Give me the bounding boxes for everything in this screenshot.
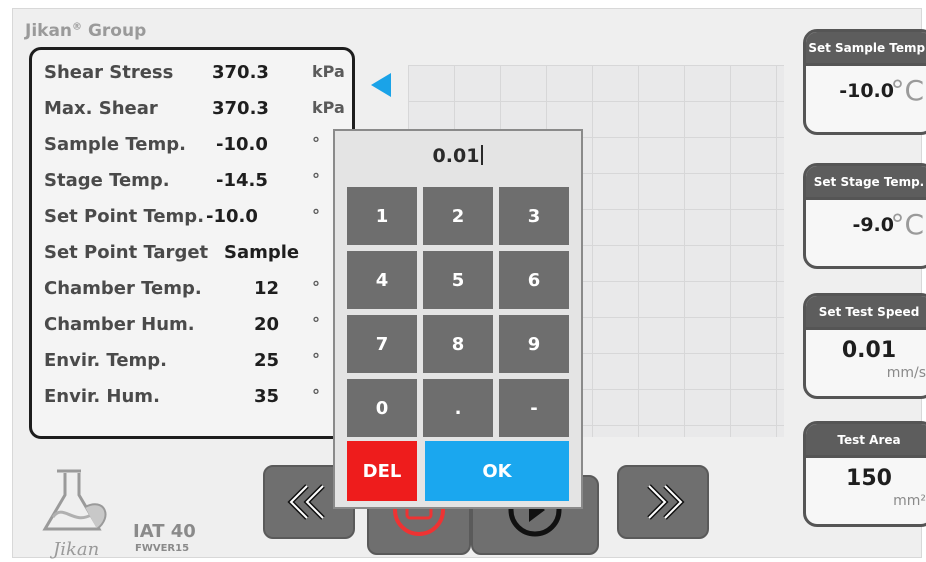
reading-chamber-temp: Chamber Temp. 12 ° [44,274,356,304]
reading-value: 12 [254,278,280,299]
reading-label: Set Point Target [44,242,209,263]
reading-envir-temp: Envir. Temp. 25 ° [44,346,356,376]
ok-button[interactable]: OK [425,441,569,501]
key-7[interactable]: 7 [347,315,417,373]
reading-envir-hum: Envir. Hum. 35 ° [44,382,356,412]
set-test-speed-value: 0.01 [841,338,897,363]
reading-label: Shear Stress [44,62,174,83]
test-area-unit: mm² [893,493,926,509]
key-minus[interactable]: - [499,379,569,437]
set-sample-temp-title: Set Sample Temp. [806,32,926,63]
reading-unit: ° [312,278,320,297]
selection-pointer-icon [371,73,391,97]
reading-unit: ° [312,170,320,189]
brand-suffix: Group [87,21,147,41]
reading-set-point-target: Set Point Target Sample [44,238,356,268]
reading-unit: kPa [312,62,345,81]
double-chevron-left-icon [287,484,325,520]
reading-value: 370.3 [212,98,269,119]
reading-unit: kPa [312,98,345,117]
reading-unit: ° [312,134,320,153]
reading-label: Chamber Temp. [44,278,202,299]
brand-registered-mark: ® [72,21,83,33]
key-2[interactable]: 2 [423,187,493,245]
keypad-display[interactable]: 0.01 [335,145,581,167]
set-stage-temp-panel[interactable]: Set Stage Temp. -9.0 °C [803,163,926,269]
reading-value: 35 [254,386,280,407]
forward-button[interactable] [617,465,709,539]
reading-label: Sample Temp. [44,134,186,155]
set-test-speed-title: Set Test Speed [806,296,926,327]
key-6[interactable]: 6 [499,251,569,309]
set-sample-temp-panel[interactable]: Set Sample Temp. -10.0 °C [803,29,926,135]
key-0[interactable]: 0 [347,379,417,437]
set-sample-temp-unit: °C [890,74,924,107]
double-chevron-right-icon [647,484,685,520]
reading-label: Set Point Temp. [44,206,205,227]
instrument-screen: Jikan® Group Shear Stress 370.3 kPa Max.… [12,8,926,560]
key-9[interactable]: 9 [499,315,569,373]
text-cursor [481,145,484,165]
reading-sample-temp: Sample Temp. -10.0 ° [44,130,356,160]
reading-unit: ° [312,350,320,369]
reading-label: Stage Temp. [44,170,170,191]
reading-value: 25 [254,350,280,371]
keypad-display-value: 0.01 [432,145,480,167]
set-stage-temp-title: Set Stage Temp. [806,166,926,197]
readings-panel: Shear Stress 370.3 kPa Max. Shear 370.3 … [29,47,355,439]
reading-unit: ° [312,206,320,225]
reading-unit: ° [312,386,320,405]
reading-label: Envir. Hum. [44,386,160,407]
test-area-panel[interactable]: Test Area 150 mm² [803,421,926,527]
set-sample-temp-value: -10.0 [839,80,894,102]
key-decimal[interactable]: . [423,379,493,437]
model-name: IAT 40 [133,521,196,542]
set-test-speed-panel[interactable]: Set Test Speed 0.01 mm/s [803,293,926,399]
reading-label: Envir. Temp. [44,350,168,371]
key-1[interactable]: 1 [347,187,417,245]
test-area-field[interactable]: 150 mm² [806,455,926,513]
reading-value: 370.3 [212,62,269,83]
reading-max-shear: Max. Shear 370.3 kPa [44,94,356,124]
logo-text: Jikan [53,539,100,560]
test-area-title: Test Area [806,424,926,455]
delete-button[interactable]: DEL [347,441,417,501]
reading-value: -10.0 [206,206,258,227]
reading-unit: ° [312,314,320,333]
reading-set-point-temp: Set Point Temp. -10.0 ° [44,202,356,232]
set-sample-temp-field[interactable]: -10.0 °C [806,63,926,121]
set-stage-temp-unit: °C [890,208,924,241]
key-5[interactable]: 5 [423,251,493,309]
set-test-speed-unit: mm/s [886,365,926,381]
brand-name: Jikan [25,21,73,41]
reading-chamber-hum: Chamber Hum. 20 ° [44,310,356,340]
key-3[interactable]: 3 [499,187,569,245]
test-area-value: 150 [846,466,892,491]
reading-value: -10.0 [216,134,268,155]
reading-label: Chamber Hum. [44,314,195,335]
reading-shear-stress: Shear Stress 370.3 kPa [44,58,356,88]
set-stage-temp-value: -9.0 [852,214,894,236]
reading-value: 20 [254,314,280,335]
numeric-keypad: 0.01 1 2 3 4 5 6 7 8 9 0 . - DEL OK [333,129,583,509]
reading-stage-temp: Stage Temp. -14.5 ° [44,166,356,196]
brand-title: Jikan® Group [25,21,146,41]
reading-label: Max. Shear [44,98,158,119]
set-test-speed-field[interactable]: 0.01 mm/s [806,327,926,385]
key-8[interactable]: 8 [423,315,493,373]
firmware-version: FWVER15 [135,543,190,554]
reading-value: -14.5 [216,170,268,191]
key-4[interactable]: 4 [347,251,417,309]
set-stage-temp-field[interactable]: -9.0 °C [806,197,926,255]
reading-value: Sample [224,242,300,263]
